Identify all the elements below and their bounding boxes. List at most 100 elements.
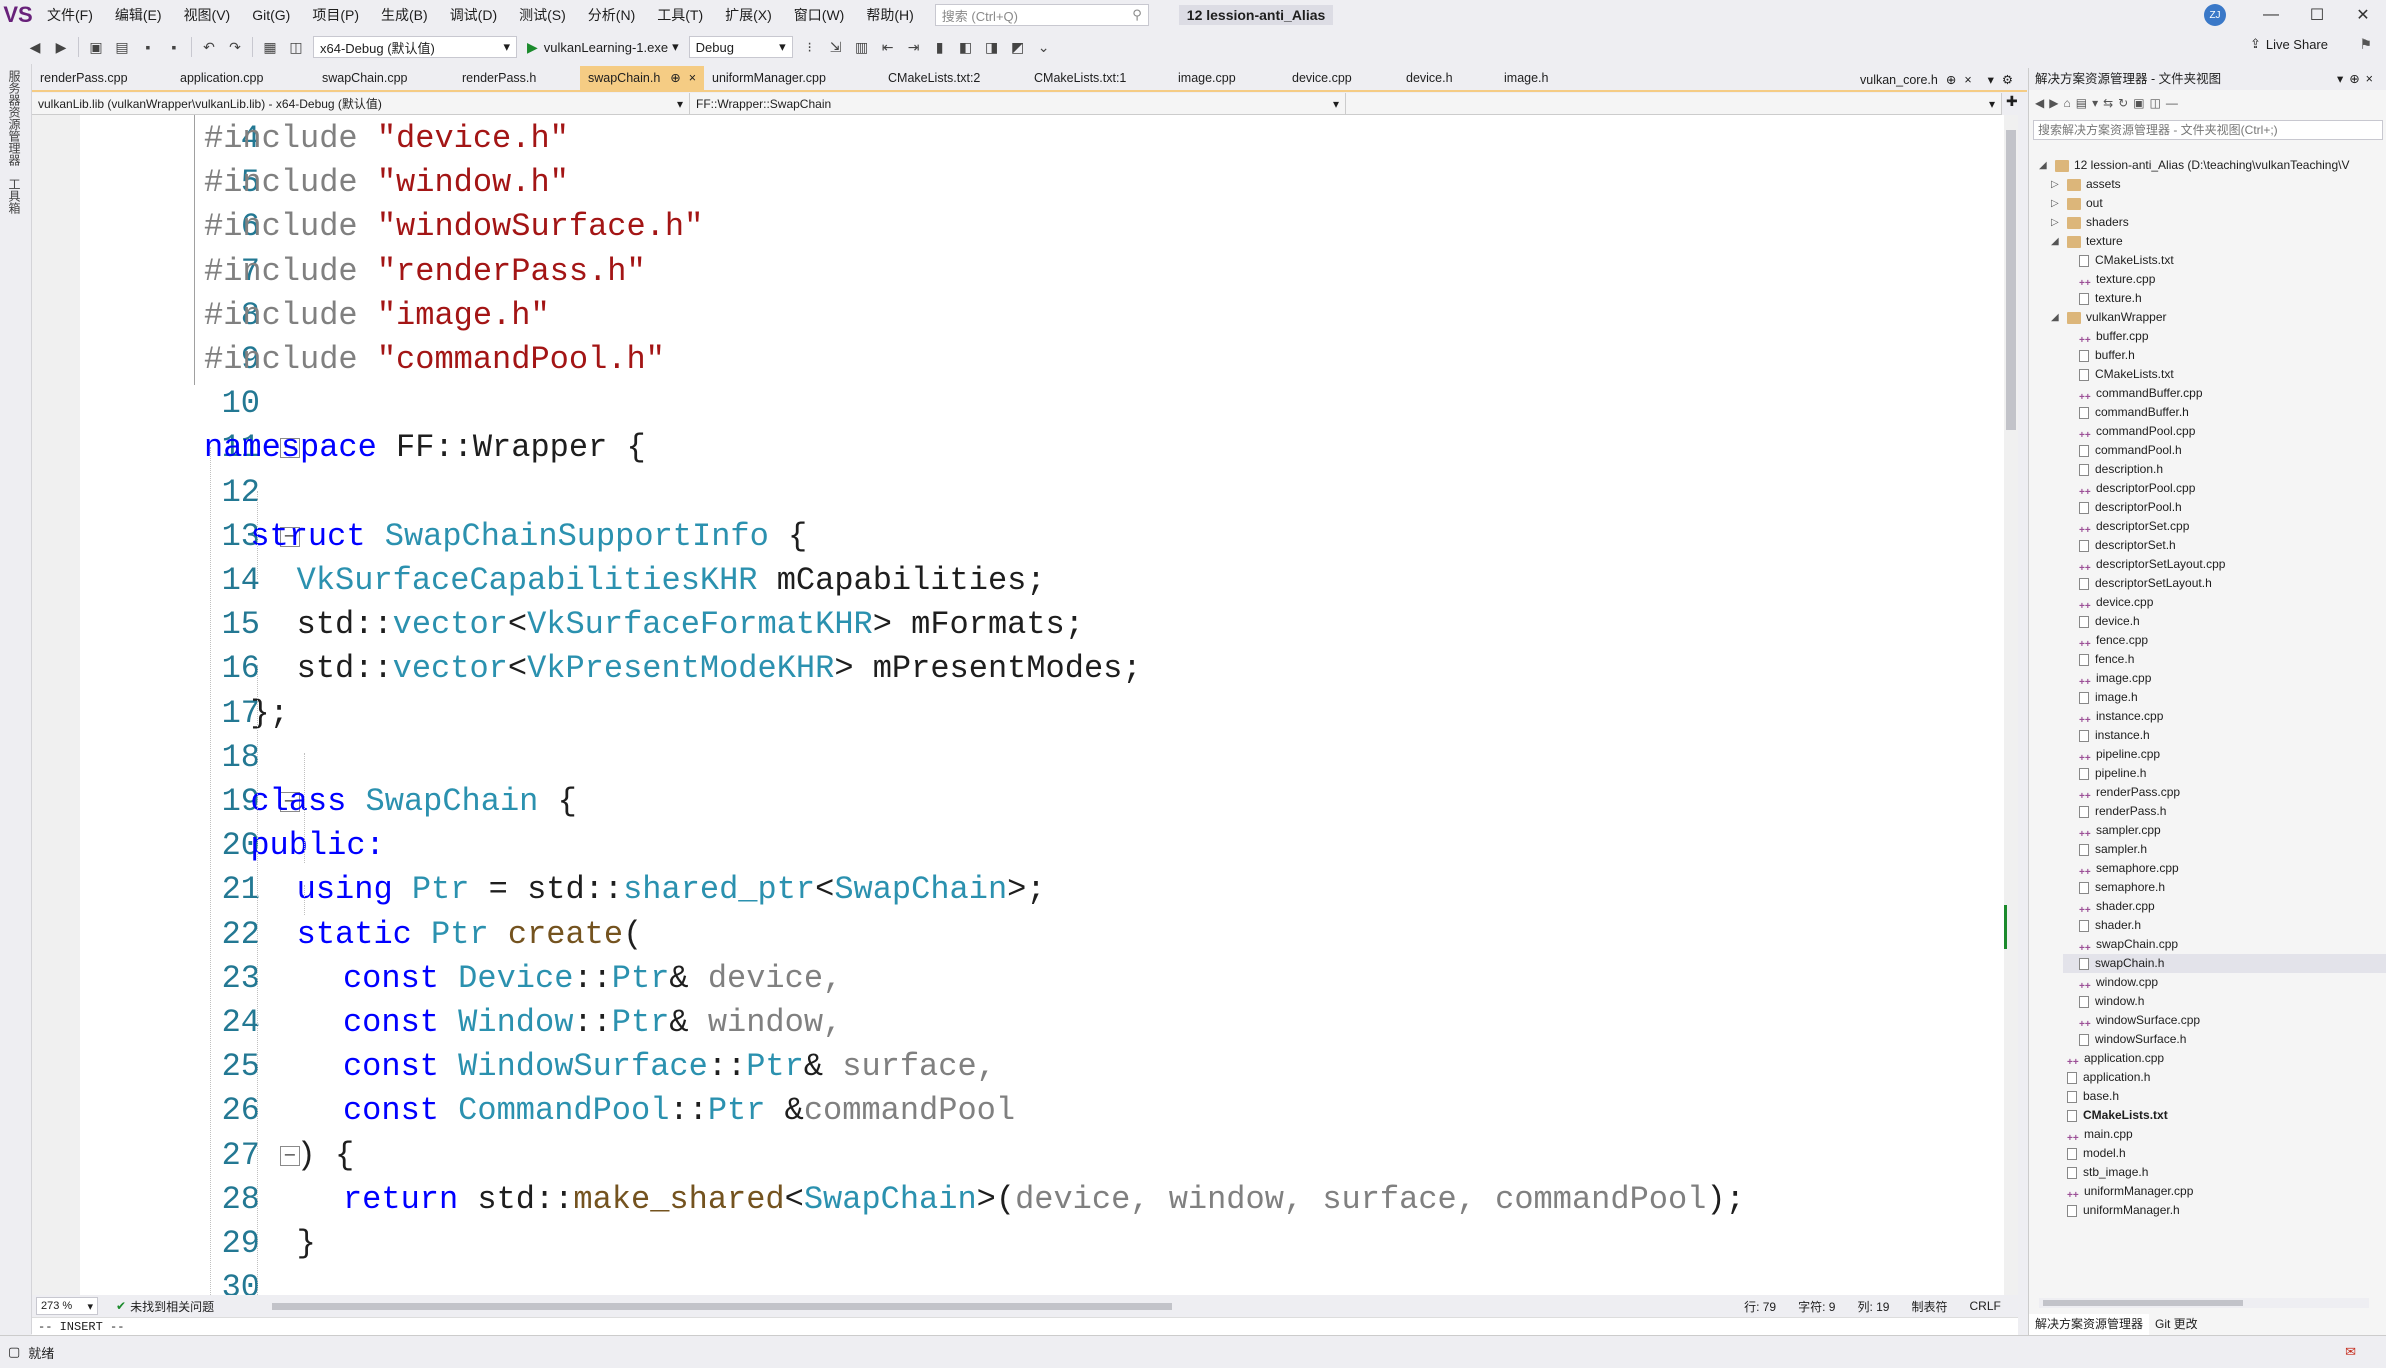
tab-swapchain-cpp[interactable]: swapChain.cpp <box>314 66 454 90</box>
tab-renderpass-h[interactable]: renderPass.h <box>454 66 580 90</box>
notifications-icon[interactable]: ✉ <box>2345 1344 2356 1360</box>
switch-views-icon[interactable]: ▤ <box>2076 96 2087 110</box>
undo-icon[interactable]: ↶ <box>198 36 220 58</box>
tree-item-cpp[interactable]: ++ buffer.cpp <box>2063 327 2386 346</box>
save-icon[interactable]: ▪ <box>137 36 159 58</box>
forward-icon[interactable]: ▶ <box>2049 96 2058 110</box>
menu-item[interactable]: 窗口(W) <box>783 0 856 30</box>
tree-item-file[interactable]: swapChain.h <box>2063 954 2386 973</box>
tree-item-cpp[interactable]: ++ pipeline.cpp <box>2063 745 2386 764</box>
tree-item-cpp[interactable]: ++ main.cpp <box>2051 1125 2386 1144</box>
tab-device-h[interactable]: device.h <box>1398 66 1496 90</box>
close-icon[interactable]: × <box>689 71 696 85</box>
tree-item-cpp[interactable]: ++ descriptorPool.cpp <box>2063 479 2386 498</box>
horizontal-scroll-thumb[interactable] <box>272 1303 1173 1310</box>
tab-renderpass-cpp[interactable]: renderPass.cpp <box>32 66 172 90</box>
tree-item-cpp[interactable]: ++ semaphore.cpp <box>2063 859 2386 878</box>
tree-item-cpp[interactable]: ++ windowSurface.cpp <box>2063 1011 2386 1030</box>
expander-icon[interactable]: ◢ <box>2039 156 2051 175</box>
tree-item-folder[interactable]: ◢ texture <box>2051 232 2386 251</box>
outdent-icon[interactable]: ⇥ <box>903 36 925 58</box>
collapse-all-icon[interactable]: ▣ <box>2133 96 2144 110</box>
project-dropdown[interactable]: vulkanLib.lib (vulkanWrapper\vulkanLib.l… <box>32 93 690 114</box>
menu-item[interactable]: 视图(V) <box>173 0 242 30</box>
editor-horizontal-scrollbar[interactable] <box>262 1300 1723 1312</box>
refresh-icon[interactable]: ↻ <box>2118 96 2128 110</box>
expander-icon[interactable]: ▷ <box>2051 213 2063 232</box>
tab-cmakelists-txt-2[interactable]: CMakeLists.txt:2 <box>880 66 1026 90</box>
new-item-icon[interactable]: ▣ <box>85 36 107 58</box>
menu-item[interactable]: 扩展(X) <box>714 0 783 30</box>
live-share-button[interactable]: ⇪ Live Share <box>2250 36 2328 52</box>
split-editor-icon[interactable]: ✚ <box>2006 93 2018 110</box>
scope-dropdown[interactable]: FF::Wrapper::SwapChain ▾ <box>690 93 1346 114</box>
back-icon[interactable]: ◀ <box>24 36 46 58</box>
menu-item[interactable]: 文件(F) <box>36 0 104 30</box>
tree-item-file[interactable]: descriptorPool.h <box>2063 498 2386 517</box>
panel-controls-icon[interactable]: ▾⊕× <box>2337 68 2379 90</box>
tree-item-file[interactable]: fence.h <box>2063 650 2386 669</box>
tree-item-file[interactable]: sampler.h <box>2063 840 2386 859</box>
tab-image-h[interactable]: image.h <box>1496 66 1594 90</box>
expander-icon[interactable]: ◢ <box>2051 308 2063 327</box>
tree-item-folder[interactable]: ▷ out <box>2051 194 2386 213</box>
tree-item-file[interactable]: commandBuffer.h <box>2063 403 2386 422</box>
tree-item-folder[interactable]: ◢ vulkanWrapper <box>2051 308 2386 327</box>
code-editor[interactable]: 4 #include "device.h" 5 #include "window.h"… <box>32 115 2018 1295</box>
line-indicator[interactable]: 行: 79 <box>1744 1298 1776 1315</box>
table-icon[interactable]: ▥ <box>851 36 873 58</box>
tab-image-cpp[interactable]: image.cpp <box>1170 66 1284 90</box>
editor-scroll-thumb[interactable] <box>2006 130 2016 430</box>
menu-item[interactable]: 调试(D) <box>439 0 508 30</box>
show-all-files-icon[interactable]: ◫ <box>2150 96 2161 110</box>
home-icon[interactable]: ⌂ <box>2063 96 2070 110</box>
settings-icon[interactable]: ⚙ <box>2002 68 2013 92</box>
tree-item-file[interactable]: descriptorSetLayout.h <box>2063 574 2386 593</box>
pin-icon[interactable]: ⊕ <box>670 71 680 85</box>
menu-item[interactable]: 编辑(E) <box>104 0 173 30</box>
tree-item-file[interactable]: renderPass.h <box>2063 802 2386 821</box>
tree-item-file[interactable]: windowSurface.h <box>2063 1030 2386 1049</box>
tree-item-file[interactable]: shader.h <box>2063 916 2386 935</box>
tree-item-cpp[interactable]: ++ uniformManager.cpp <box>2051 1182 2386 1201</box>
run-button[interactable]: ▶ vulkanLearning-1.exe ▾ <box>527 39 679 56</box>
tree-item-cpp[interactable]: ++ commandBuffer.cpp <box>2063 384 2386 403</box>
search-input[interactable]: 搜索 (Ctrl+Q) ⚲ <box>934 4 1149 26</box>
tree-item-cpp[interactable]: ++ fence.cpp <box>2063 631 2386 650</box>
tree-item-folder[interactable]: ▷ assets <box>2051 175 2386 194</box>
tree-item-cpp[interactable]: ++ descriptorSet.cpp <box>2063 517 2386 536</box>
indent-icon[interactable]: ⇤ <box>877 36 899 58</box>
issues-indicator[interactable]: ✔ 未找到相关问题 <box>116 1298 214 1315</box>
build-mode-dropdown[interactable]: Debug ▾ <box>688 36 793 58</box>
next-bookmark-icon[interactable]: ◨ <box>981 36 1003 58</box>
toolbox-tab[interactable]: 工具箱 <box>6 178 23 214</box>
tree-item-cpp[interactable]: ++ shader.cpp <box>2063 897 2386 916</box>
prev-bookmark-icon[interactable]: ◧ <box>955 36 977 58</box>
expander-icon[interactable]: ◢ <box>2051 232 2063 251</box>
dropdown-icon[interactable]: ▾ <box>2092 96 2098 110</box>
tab-solution-explorer[interactable]: 解决方案资源管理器 <box>2029 1314 2150 1335</box>
tree-item-file[interactable]: semaphore.h <box>2063 878 2386 897</box>
maximize-button[interactable]: ☐ <box>2294 0 2340 30</box>
tree-item-cpp[interactable]: ++ swapChain.cpp <box>2063 935 2386 954</box>
tree-item-folder[interactable]: ▷ shaders <box>2051 213 2386 232</box>
tree-item-cpp[interactable]: ++ descriptorSetLayout.cpp <box>2063 555 2386 574</box>
tree-item-cpp[interactable]: ++ renderPass.cpp <box>2063 783 2386 802</box>
tree-item-file[interactable]: pipeline.h <box>2063 764 2386 783</box>
tab-swapchain-h[interactable]: swapChain.h ⊕ × <box>580 66 704 90</box>
tree-item-file[interactable]: texture.h <box>2063 289 2386 308</box>
tab-application-cpp[interactable]: application.cpp <box>172 66 314 90</box>
solution-horizontal-scrollbar[interactable] <box>2039 1298 2369 1308</box>
menu-item[interactable]: 分析(N) <box>577 0 646 30</box>
save-all-icon[interactable]: ▪ <box>163 36 185 58</box>
tree-item-file[interactable]: model.h <box>2051 1144 2386 1163</box>
menu-item[interactable]: 项目(P) <box>301 0 370 30</box>
solution-scroll-thumb[interactable] <box>2043 1300 2243 1306</box>
tree-item-file[interactable]: CMakeLists.txt <box>2063 365 2386 384</box>
tree-item-cpp[interactable]: ++ texture.cpp <box>2063 270 2386 289</box>
tree-item-file[interactable]: uniformManager.h <box>2051 1201 2386 1220</box>
tree-item-cpp[interactable]: ++ image.cpp <box>2063 669 2386 688</box>
tree-item-file[interactable]: window.h <box>2063 992 2386 1011</box>
zoom-dropdown[interactable]: 273 % ▾ <box>36 1297 98 1315</box>
feedback-icon[interactable]: ⚑ <box>2359 36 2372 53</box>
